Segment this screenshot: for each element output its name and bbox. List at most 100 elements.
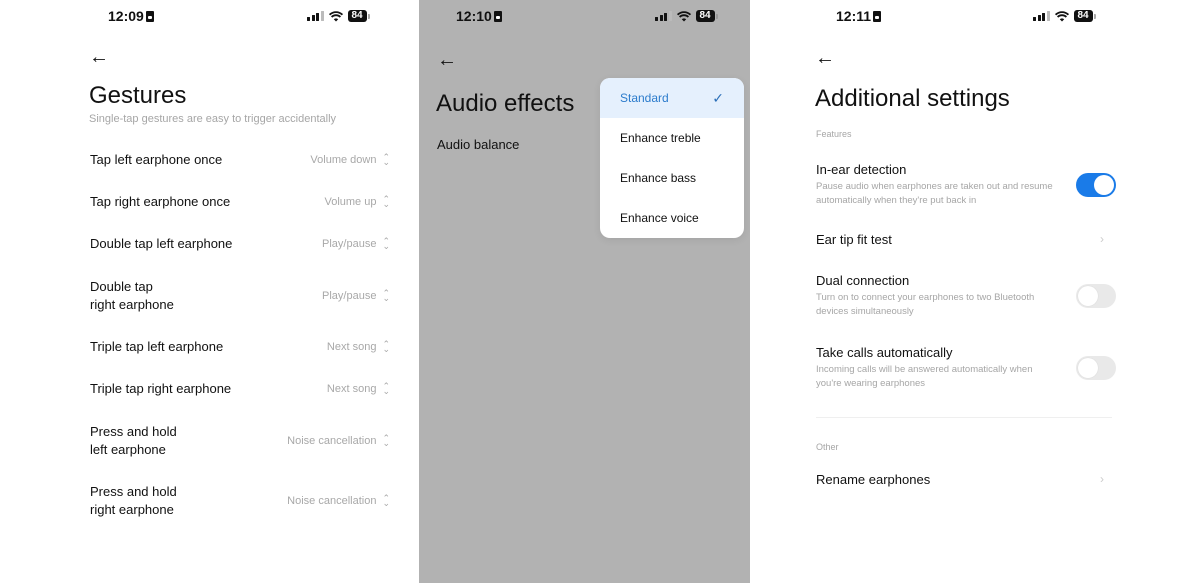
status-bar-time: 12:10 — [456, 6, 502, 26]
row-title: Rename earphones — [816, 472, 931, 487]
dropdown-option-enhance-bass[interactable]: Enhance bass — [600, 158, 744, 198]
status-bar-time: 12:09 — [108, 6, 154, 26]
gesture-value: Next song — [326, 383, 377, 395]
rename-earphones-row[interactable]: Rename earphones › — [816, 471, 1116, 489]
checkmark-icon: ✓ — [712, 89, 724, 106]
gesture-value: Play/pause — [322, 290, 377, 302]
chevron-right-icon: › — [1100, 232, 1104, 246]
wifi-icon — [1054, 10, 1069, 21]
dual-connection-toggle[interactable] — [1076, 284, 1116, 308]
gestures-screen: 12:09 84 ← Gestures Single-tap gestures … — [0, 0, 419, 583]
option-label: Enhance bass — [620, 171, 697, 185]
dual-connection-row[interactable]: Dual connection Turn on to connect your … — [816, 272, 1116, 318]
up-down-chevron-icon: ⌃ ⌄ — [382, 493, 390, 508]
option-label: Enhance voice — [620, 211, 699, 225]
gesture-value: Volume up — [324, 196, 377, 208]
additional-settings-screen: 12:11 84 ← Additional settings Features … — [750, 0, 1200, 583]
signal-icon — [655, 11, 672, 21]
section-header-other: Other — [816, 442, 839, 452]
row-description: Incoming calls will be answered automati… — [816, 364, 1033, 389]
page-title: Additional settings — [815, 85, 1010, 112]
page-title: Gestures — [89, 82, 187, 109]
gesture-row[interactable]: Tap right earphone once Volume up ⌃ ⌄ — [90, 192, 390, 212]
gesture-label: Triple tap right earphone — [90, 381, 232, 396]
battery-icon: 84 — [695, 10, 718, 22]
gesture-value-selector[interactable]: Next song ⌃ ⌄ — [326, 381, 390, 396]
gesture-value: Noise cancellation — [287, 495, 377, 507]
status-bar-icons: 84 — [1033, 8, 1096, 24]
clock: 12:11 — [836, 8, 872, 24]
row-title: Take calls automatically — [816, 345, 953, 360]
gesture-value: Next song — [326, 341, 377, 353]
up-down-chevron-icon: ⌃ ⌄ — [382, 152, 390, 167]
gesture-label: Triple tap left earphone — [90, 339, 224, 354]
gesture-label: Press and hold left earphone — [90, 424, 177, 457]
id-card-icon — [873, 10, 882, 22]
gesture-value-selector[interactable]: Next song ⌃ ⌄ — [326, 339, 390, 354]
row-description: Pause audio when earphones are taken out… — [816, 181, 1053, 206]
take-calls-automatically-toggle[interactable] — [1076, 356, 1116, 380]
page-title: Audio effects — [436, 90, 575, 117]
gesture-row[interactable]: Triple tap right earphone Next song ⌃ ⌄ — [90, 379, 390, 399]
gesture-value: Noise cancellation — [287, 435, 377, 447]
row-title: Dual connection — [816, 273, 910, 288]
audio-effects-dropdown: Standard ✓ Enhance treble Enhance bass E… — [600, 78, 744, 238]
take-calls-automatically-row[interactable]: Take calls automatically Incoming calls … — [816, 344, 1116, 390]
gesture-value-selector[interactable]: Volume down ⌃ ⌄ — [310, 152, 390, 167]
gesture-value: Volume down — [310, 154, 377, 166]
gesture-row[interactable]: Tap left earphone once Volume down ⌃ ⌄ — [90, 150, 390, 170]
id-card-icon — [493, 10, 502, 22]
in-ear-detection-toggle[interactable] — [1076, 173, 1116, 197]
gesture-label: Press and hold right earphone — [90, 484, 177, 517]
gesture-row[interactable]: Double tap right earphone Play/pause ⌃ ⌄ — [90, 277, 390, 315]
id-card-icon — [145, 10, 154, 22]
gesture-row[interactable]: Press and hold left earphone Noise cancel… — [90, 422, 390, 460]
gesture-row[interactable]: Double tap left earphone Play/pause ⌃ ⌄ — [90, 234, 390, 254]
gesture-row[interactable]: Triple tap left earphone Next song ⌃ ⌄ — [90, 337, 390, 357]
battery-level: 84 — [347, 10, 367, 22]
dropdown-option-enhance-treble[interactable]: Enhance treble — [600, 118, 744, 158]
dropdown-option-standard[interactable]: Standard ✓ — [600, 78, 744, 118]
status-bar-icons: 84 — [307, 8, 370, 24]
audio-balance-item[interactable]: Audio balance — [437, 137, 519, 152]
signal-icon — [307, 11, 324, 21]
section-header-features: Features — [816, 129, 852, 139]
back-arrow-icon[interactable]: ← — [437, 50, 457, 70]
up-down-chevron-icon: ⌃ ⌄ — [382, 194, 390, 209]
clock: 12:10 — [456, 8, 492, 24]
wifi-icon — [676, 10, 691, 21]
up-down-chevron-icon: ⌃ ⌄ — [382, 381, 390, 396]
page: 12:09 84 ← Gestures Single-tap gestures … — [0, 0, 1200, 583]
back-arrow-icon[interactable]: ← — [815, 48, 835, 68]
gesture-value-selector[interactable]: Noise cancellation ⌃ ⌄ — [287, 493, 390, 508]
gesture-value: Play/pause — [322, 238, 377, 250]
page-subtitle: Single-tap gestures are easy to trigger … — [89, 113, 337, 125]
battery-level: 84 — [1073, 10, 1093, 22]
signal-icon — [1033, 11, 1050, 21]
clock: 12:09 — [108, 8, 144, 24]
option-label: Standard — [620, 91, 669, 105]
gesture-value-selector[interactable]: Noise cancellation ⌃ ⌄ — [287, 434, 390, 448]
dropdown-option-enhance-voice[interactable]: Enhance voice — [600, 198, 744, 238]
up-down-chevron-icon: ⌃ ⌄ — [382, 339, 390, 354]
status-bar-icons: 84 — [655, 8, 718, 24]
back-arrow-icon[interactable]: ← — [89, 47, 109, 67]
ear-tip-fit-test-row[interactable]: Ear tip fit test › — [816, 231, 1116, 249]
in-ear-detection-row[interactable]: In-ear detection Pause audio when earpho… — [816, 161, 1116, 207]
gesture-value-selector[interactable]: Play/pause ⌃ ⌄ — [322, 236, 390, 251]
wifi-icon — [328, 10, 343, 21]
up-down-chevron-icon: ⌃ ⌄ — [382, 288, 390, 303]
gesture-label: Double tap left earphone — [90, 236, 233, 251]
up-down-chevron-icon: ⌃ ⌄ — [382, 236, 390, 251]
option-label: Enhance treble — [620, 131, 701, 145]
row-description: Turn on to connect your earphones to two… — [816, 292, 1035, 317]
gesture-value-selector[interactable]: Volume up ⌃ ⌄ — [324, 194, 390, 209]
section-divider — [816, 417, 1112, 418]
row-title: Ear tip fit test — [816, 232, 892, 247]
gesture-value-selector[interactable]: Play/pause ⌃ ⌄ — [322, 288, 390, 303]
status-bar-time: 12:11 — [836, 6, 882, 26]
gesture-label: Double tap right earphone — [90, 279, 174, 312]
gesture-row[interactable]: Press and hold right earphone Noise cance… — [90, 482, 390, 520]
battery-icon: 84 — [347, 10, 370, 22]
battery-icon: 84 — [1073, 10, 1096, 22]
